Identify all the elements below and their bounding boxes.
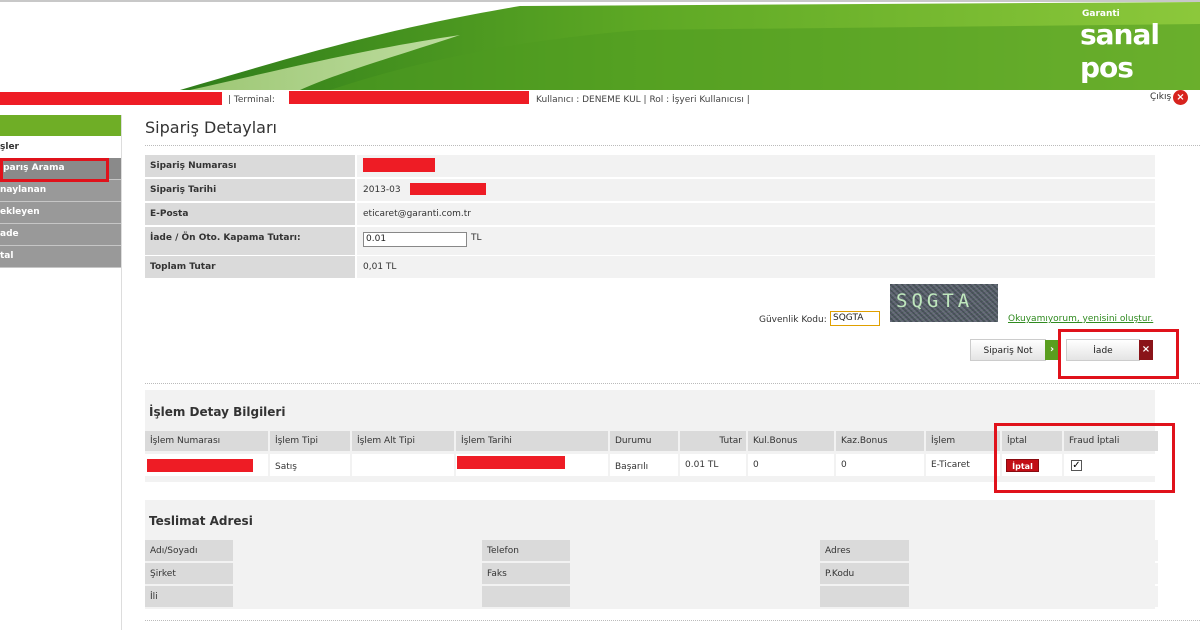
refund-amount-row: İade / Ön Oto. Kapama Tutarı: 0.01 TL — [145, 227, 1155, 255]
divider — [145, 383, 1200, 384]
address-label: Adres — [820, 540, 909, 561]
logout-link[interactable]: Çıkış — [1150, 92, 1171, 102]
refund-amount-unit: TL — [471, 233, 482, 243]
td-transaction-date — [456, 454, 608, 476]
td-status: Başarılı — [610, 454, 678, 476]
blank-label — [820, 586, 909, 607]
user-role-label: Kullanıcı : DENEME KUL | Rol : İşyeri Ku… — [536, 95, 750, 105]
info-bar: | Terminal: Kullanıcı : DENEME KUL | Rol… — [0, 90, 1200, 110]
security-code-label: Güvenlik Kodu: — [759, 315, 827, 325]
sidebar-item-iptal[interactable]: tal — [0, 246, 121, 268]
blank-value — [572, 586, 818, 607]
order-note-label: Sipariş Not — [983, 346, 1033, 356]
redacted-order-date — [410, 183, 486, 195]
th-transaction-date: İşlem Tarihi — [456, 431, 608, 451]
redacted-merchant — [0, 92, 222, 105]
td-kul-bonus: 0 — [748, 454, 834, 476]
name-label: Adı/Soyadı — [145, 540, 233, 561]
sidebar-header — [0, 115, 121, 136]
page-title: Sipariş Detayları — [145, 118, 277, 137]
td-transaction-number — [145, 454, 268, 476]
terminal-label: | Terminal: — [228, 95, 275, 105]
refund-amount-label: İade / Ön Oto. Kapama Tutarı: — [145, 227, 355, 255]
header-banner: Garanti sanal pos — [0, 0, 1200, 90]
security-code-input[interactable]: SQGTA — [830, 311, 880, 326]
captcha-refresh-link[interactable]: Okuyamıyorum, yenisini oluştur. — [1008, 314, 1153, 324]
redacted-transaction-date — [457, 456, 565, 469]
blank-label — [482, 586, 570, 607]
fax-label: Faks — [482, 563, 570, 584]
th-channel: İşlem — [926, 431, 1000, 451]
divider — [145, 620, 1200, 621]
address-value — [911, 540, 1158, 561]
city-label: İli — [145, 586, 233, 607]
brand-logo: sanal pos — [1080, 18, 1160, 84]
postal-code-label: P.Kodu — [820, 563, 909, 584]
td-channel: E-Ticaret — [926, 454, 1000, 476]
th-kul-bonus: Kul.Bonus — [748, 431, 834, 451]
highlight-box-cancel — [994, 423, 1175, 493]
order-note-button[interactable]: Sipariş Not — [970, 339, 1046, 361]
sidebar-item-bekleyen[interactable]: ekleyen — [0, 202, 121, 224]
phone-label: Telefon — [482, 540, 570, 561]
th-transaction-subtype: İşlem Alt Tipi — [352, 431, 454, 451]
postal-code-value — [911, 563, 1158, 584]
total-label: Toplam Tutar — [145, 256, 355, 278]
name-value — [235, 540, 480, 561]
order-date-text: 2013-03 — [363, 185, 401, 195]
highlight-box-sidebar — [0, 158, 109, 182]
company-value — [235, 563, 480, 584]
total-value: 0,01 TL — [357, 256, 1155, 278]
td-transaction-subtype — [352, 454, 454, 476]
refund-amount-cell: 0.01 TL — [357, 227, 1155, 255]
highlight-box-refund — [1058, 329, 1179, 379]
captcha-image: SQGTA — [890, 284, 998, 322]
logout-icon[interactable]: × — [1173, 90, 1188, 105]
email-label: E-Posta — [145, 203, 355, 225]
phone-value — [572, 540, 818, 561]
divider — [145, 145, 1200, 146]
redacted-terminal — [289, 91, 529, 104]
fax-value — [572, 563, 818, 584]
email-row: E-Posta eticaret@garanti.com.tr — [145, 203, 1155, 225]
order-number-row: Sipariş Numarası — [145, 155, 1155, 177]
redacted-transaction-number — [147, 459, 253, 472]
green-swoosh — [180, 2, 1200, 90]
order-number-label: Sipariş Numarası — [145, 155, 355, 177]
td-amount: 0.01 TL — [680, 454, 746, 476]
td-kaz-bonus: 0 — [836, 454, 924, 476]
delivery-section-title: Teslimat Adresi — [149, 514, 253, 528]
th-status: Durumu — [610, 431, 678, 451]
th-kaz-bonus: Kaz.Bonus — [836, 431, 924, 451]
chevron-right-icon[interactable]: › — [1045, 340, 1059, 360]
sidebar-title: şler — [0, 142, 19, 152]
td-transaction-type: Satış — [270, 454, 350, 476]
sidebar: şler iparış Arama naylanan ekleyen ade t… — [0, 115, 122, 630]
th-transaction-type: İşlem Tipi — [270, 431, 350, 451]
order-date-row: Sipariş Tarihi 2013-03 — [145, 179, 1155, 201]
th-transaction-number: İşlem Numarası — [145, 431, 268, 451]
company-label: Şirket — [145, 563, 233, 584]
blank-value — [911, 586, 1158, 607]
sidebar-item-onaylanan[interactable]: naylanan — [0, 180, 121, 202]
order-number-value — [357, 155, 1155, 177]
city-value — [235, 586, 480, 607]
transaction-section-title: İşlem Detay Bilgileri — [149, 405, 286, 419]
email-value: eticaret@garanti.com.tr — [357, 203, 1155, 225]
total-row: Toplam Tutar 0,01 TL — [145, 256, 1155, 278]
refund-amount-input[interactable]: 0.01 — [363, 232, 467, 247]
redacted-order-number — [363, 158, 435, 172]
sidebar-item-iade[interactable]: ade — [0, 224, 121, 246]
captcha-text: SQGTA — [896, 290, 974, 312]
order-date-label: Sipariş Tarihi — [145, 179, 355, 201]
order-date-value: 2013-03 — [357, 179, 1155, 201]
th-amount: Tutar — [680, 431, 746, 451]
